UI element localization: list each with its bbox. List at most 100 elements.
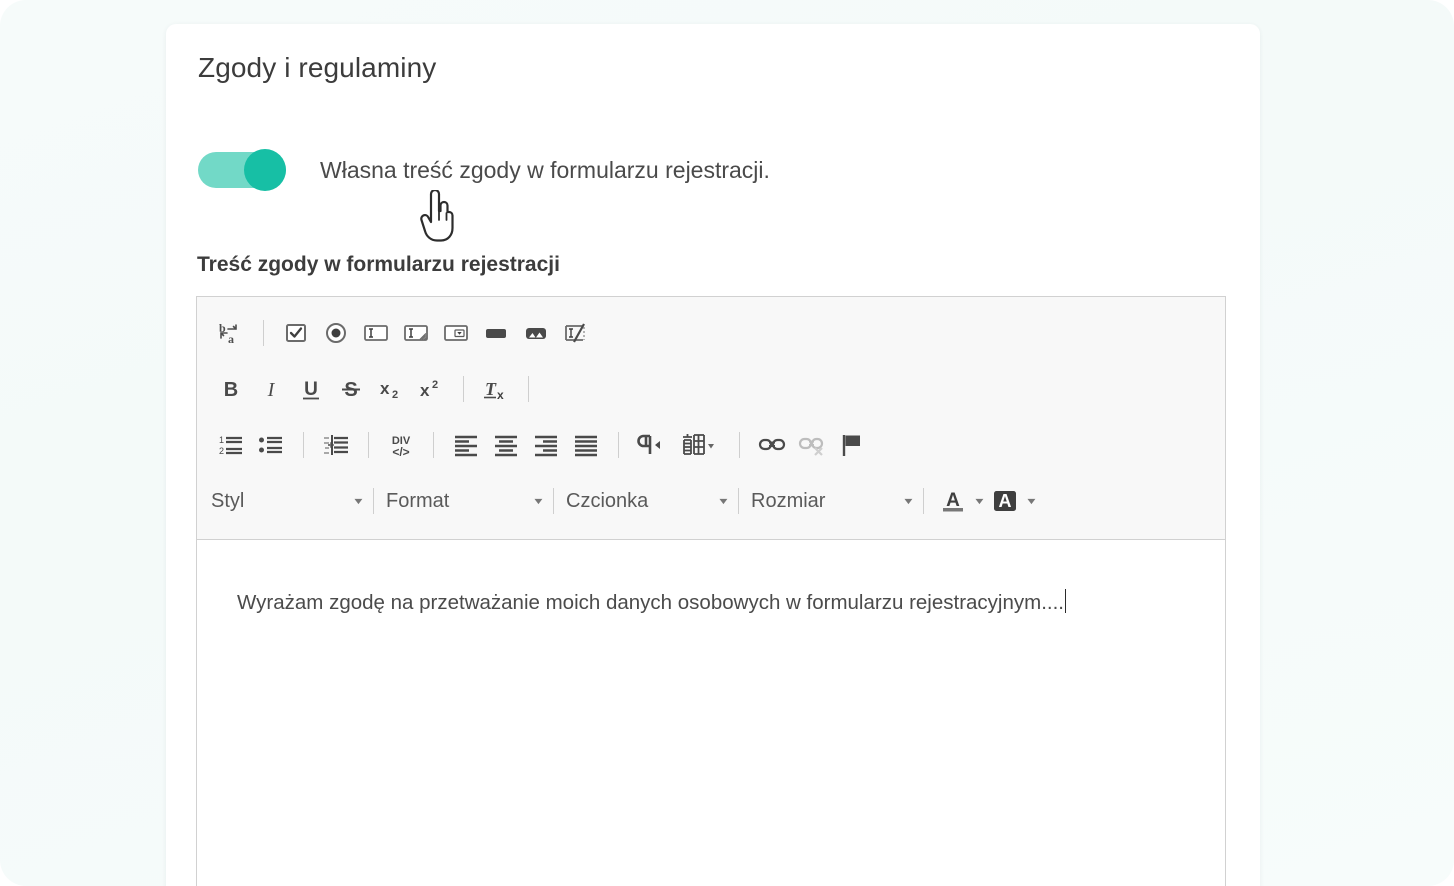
remove-format-button[interactable]: T x [476, 369, 516, 409]
image-button-icon [526, 328, 546, 339]
pilcrow-rtl-icon [637, 434, 660, 454]
svg-text:1: 1 [219, 435, 224, 445]
increase-indent-icon [324, 435, 348, 455]
subscript-button[interactable]: x 2 [371, 369, 411, 409]
italic-button[interactable]: I [251, 369, 291, 409]
settings-card: Zgody i regulaminy Własna treść zgody w … [166, 24, 1260, 886]
svg-text:A: A [946, 490, 960, 511]
svg-text:U: U [304, 379, 318, 400]
app-viewport: Zgody i regulaminy Własna treść zgody w … [0, 0, 1454, 886]
toolbar-separator [528, 376, 529, 402]
toolbar-separator [618, 432, 619, 458]
size-combo[interactable]: Rozmiar ▼ [751, 481, 915, 521]
svg-text:a: a [228, 332, 234, 346]
text-color-icon: A [943, 490, 963, 512]
svg-text:T: T [485, 379, 497, 399]
svg-text:2: 2 [219, 446, 224, 456]
chevron-down-icon: ▼ [901, 496, 916, 506]
svg-text:</>: </> [392, 445, 409, 458]
custom-consent-toggle[interactable] [198, 149, 286, 191]
text-direction-rtl-button[interactable] [631, 425, 671, 465]
editor-content-area[interactable]: Wyrażam zgodę na przetważanie moich dany… [197, 540, 1225, 878]
radio-button[interactable] [316, 313, 356, 353]
align-left-button[interactable] [446, 425, 486, 465]
custom-consent-toggle-row: Własna treść zgody w formularzu rejestra… [198, 149, 770, 191]
div-container-icon: DIV </> [392, 435, 411, 458]
bulleted-list-button[interactable] [251, 425, 291, 465]
radio-button-icon [326, 323, 346, 343]
numbered-list-button[interactable]: 1 2 [211, 425, 251, 465]
textarea-button[interactable] [396, 313, 436, 353]
checkbox-icon [286, 324, 306, 342]
anchor-button[interactable] [832, 425, 872, 465]
anchor-flag-icon [842, 435, 860, 456]
toolbar-row-styles: Styl ▼ Format ▼ Czcionka ▼ Rozmiar ▼ A ▼… [211, 473, 1211, 529]
toolbar-separator [303, 432, 304, 458]
toolbar-separator [463, 376, 464, 402]
hidden-field-button[interactable] [556, 313, 596, 353]
svg-text:x: x [497, 388, 504, 402]
replace-text-button[interactable]: b a [211, 313, 251, 353]
select-dropdown-icon [444, 325, 468, 341]
strikethrough-icon: S [342, 379, 360, 401]
bold-icon: B [224, 379, 238, 401]
align-right-icon [535, 435, 557, 457]
svg-text:x: x [420, 381, 430, 400]
unlink-button[interactable] [792, 425, 832, 465]
svg-text:2: 2 [432, 379, 438, 391]
rich-text-editor: b a B I U S x 2 x 2 T x 1 2 DIV </> Styl… [196, 296, 1226, 886]
text-field-icon [364, 325, 388, 341]
language-button[interactable] [671, 425, 727, 465]
indent-button[interactable] [316, 425, 356, 465]
size-combo-label: Rozmiar [751, 489, 826, 512]
align-center-button[interactable] [486, 425, 526, 465]
align-justify-icon [575, 435, 597, 457]
align-justify-button[interactable] [566, 425, 606, 465]
subscript-icon: x 2 [380, 379, 398, 401]
text-field-button[interactable] [356, 313, 396, 353]
superscript-button[interactable]: x 2 [411, 369, 451, 409]
page-title: Zgody i regulaminy [198, 52, 437, 83]
form-button[interactable] [476, 313, 516, 353]
align-right-button[interactable] [526, 425, 566, 465]
toolbar-separator [373, 488, 374, 514]
link-button[interactable] [752, 425, 792, 465]
background-color-button[interactable]: A ▼ [988, 481, 1040, 521]
toolbar-separator [739, 432, 740, 458]
chevron-down-icon: ▼ [1024, 496, 1039, 506]
textarea-icon [404, 325, 428, 341]
format-combo-label: Format [386, 489, 450, 512]
bulleted-list-icon [259, 436, 282, 454]
svg-text:2: 2 [392, 389, 398, 401]
chevron-down-icon: ▼ [531, 496, 546, 506]
italic-icon: I [267, 379, 276, 401]
select-field-button[interactable] [436, 313, 476, 353]
font-combo[interactable]: Czcionka ▼ [566, 481, 730, 521]
svg-text:I: I [267, 379, 276, 401]
checkbox-button[interactable] [276, 313, 316, 353]
toolbar-separator [923, 488, 924, 514]
custom-consent-toggle-label: Własna treść zgody w formularzu rejestra… [320, 156, 770, 183]
svg-text:B: B [224, 379, 238, 401]
format-combo[interactable]: Format ▼ [386, 481, 545, 521]
svg-text:A: A [998, 491, 1011, 511]
style-combo-label: Styl [211, 489, 245, 512]
text-color-button[interactable]: A ▼ [936, 481, 988, 521]
editor-paragraph[interactable]: Wyrażam zgodę na przetważanie moich dany… [237, 582, 1077, 623]
chevron-down-icon: ▼ [351, 496, 366, 506]
chevron-down-icon: ▼ [716, 496, 731, 506]
strikethrough-button[interactable]: S [331, 369, 371, 409]
numbered-list-icon: 1 2 [219, 435, 242, 456]
create-div-button[interactable]: DIV </> [381, 425, 421, 465]
chevron-down-icon: ▼ [972, 496, 987, 506]
b-to-a-icon: b a [219, 321, 237, 346]
image-button[interactable] [516, 313, 556, 353]
toggle-knob [244, 149, 286, 191]
toolbar-separator [738, 488, 739, 514]
font-combo-label: Czcionka [566, 489, 649, 512]
underline-button[interactable]: U [291, 369, 331, 409]
bold-button[interactable]: B [211, 369, 251, 409]
toolbar-row-basic-styles: B I U S x 2 x 2 T x [211, 361, 1211, 417]
link-icon [758, 438, 786, 451]
style-combo[interactable]: Styl ▼ [211, 481, 365, 521]
